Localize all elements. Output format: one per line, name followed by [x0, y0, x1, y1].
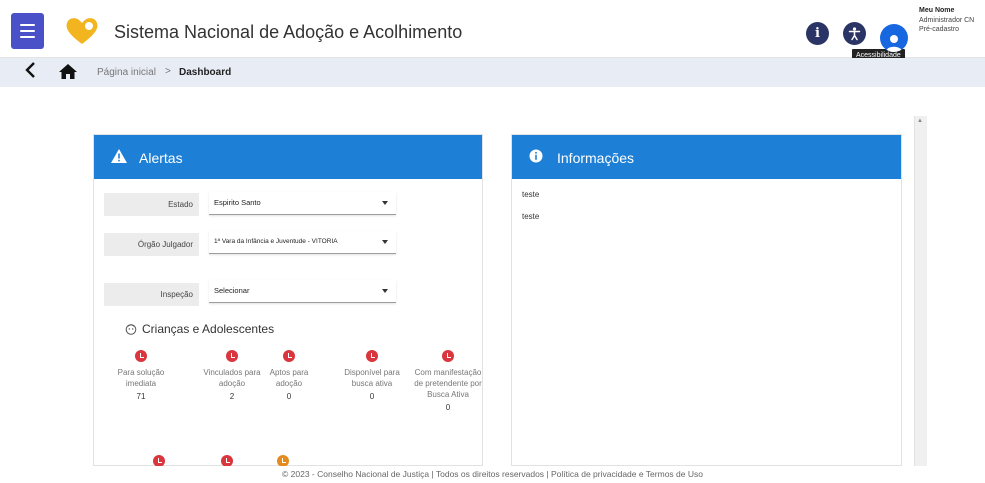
clock-icon — [135, 350, 147, 362]
metric-label: Com manifestação de pretendente por Busc… — [414, 368, 482, 399]
breadcrumb-current: Dashboard — [179, 67, 232, 78]
estado-label: Estado — [104, 193, 199, 216]
clock-icon — [442, 350, 454, 362]
info-circle-icon — [529, 149, 543, 163]
info-panel-header: Informações — [512, 135, 901, 179]
info-panel: Informações — [511, 134, 902, 466]
hamburger-icon — [20, 24, 35, 26]
orgao-julgador-select-value: 1ª Vara da Infância e Juventude - VITORI… — [214, 238, 338, 245]
info-icon: i — [815, 26, 820, 41]
warning-icon — [111, 149, 127, 163]
metric-label: Disponível para busca ativa — [344, 368, 400, 388]
metric-label: Para solução imediata — [117, 368, 165, 388]
metric-aptos-para-adocao[interactable]: Aptos para adoção 0 — [265, 350, 313, 402]
section-title-text: Crianças e Adolescentes — [142, 322, 275, 336]
user-avatar[interactable] — [880, 24, 908, 52]
metric-value: 71 — [136, 392, 146, 401]
breadcrumb-home-link[interactable]: Página inicial — [97, 67, 156, 78]
alerts-panel-title: Alertas — [139, 150, 183, 166]
home-icon[interactable] — [59, 64, 77, 84]
scroll-up-icon[interactable]: ▲ — [917, 118, 923, 124]
metric-value: 0 — [445, 403, 451, 412]
breadcrumb-separator: > — [165, 66, 171, 77]
footer: © 2023 - Conselho Nacional de Justiça | … — [0, 466, 985, 483]
user-icon — [886, 35, 902, 52]
clock-icon — [226, 350, 238, 362]
orgao-julgador-select[interactable]: 1ª Vara da Infância e Juventude - VITORI… — [209, 231, 396, 254]
metric-label: Aptos para adoção — [269, 368, 309, 388]
accessibility-button[interactable] — [843, 22, 866, 45]
child-face-icon — [125, 324, 137, 335]
info-button[interactable]: i — [806, 22, 829, 45]
back-arrow-icon[interactable] — [24, 62, 38, 82]
alerts-panel-header: Alertas — [94, 135, 482, 179]
top-bar: Sistema Nacional de Adoção e Acolhimento… — [0, 0, 985, 62]
user-status: Pré-cadastro — [919, 26, 960, 33]
metric-label: Vinculados para adoção — [203, 368, 261, 388]
accessibility-icon — [848, 27, 861, 41]
chevron-down-icon — [382, 201, 388, 205]
chevron-down-icon — [382, 240, 388, 244]
inspecao-label: Inspeção — [104, 283, 199, 306]
chevron-down-icon — [382, 289, 388, 293]
metric-value: 2 — [229, 392, 235, 401]
metric-para-solucao-imediata[interactable]: Para solução imediata 71 — [114, 350, 168, 402]
metric-value: 0 — [286, 392, 292, 401]
metric-manifestacao-pretendente[interactable]: Com manifestação de pretendente por Busc… — [412, 350, 484, 413]
estado-select[interactable]: Espirito Santo — [209, 192, 396, 215]
info-line: teste — [522, 190, 540, 199]
clock-icon — [283, 350, 295, 362]
orgao-julgador-label: Órgão Julgador — [104, 233, 199, 256]
info-panel-title: Informações — [557, 150, 635, 166]
info-line: teste — [522, 212, 540, 221]
clock-icon — [366, 350, 378, 362]
metric-value: 0 — [369, 392, 375, 401]
user-role: Administrador CN — [919, 17, 975, 24]
logo-heart-icon — [66, 18, 98, 44]
estado-select-value: Espirito Santo — [214, 198, 261, 207]
metric-disponivel-busca-ativa[interactable]: Disponível para busca ativa 0 — [340, 350, 404, 402]
inspecao-select[interactable]: Selecionar — [209, 280, 396, 303]
section-title-children: Crianças e Adolescentes — [125, 322, 274, 336]
page-scrollbar[interactable] — [914, 116, 927, 466]
menu-button[interactable] — [11, 13, 44, 49]
inspecao-select-value: Selecionar — [214, 286, 250, 295]
metric-vinculados-para-adocao[interactable]: Vinculados para adoção 2 — [200, 350, 264, 402]
user-name: Meu Nome — [919, 7, 955, 14]
app-title: Sistema Nacional de Adoção e Acolhimento — [114, 22, 463, 42]
